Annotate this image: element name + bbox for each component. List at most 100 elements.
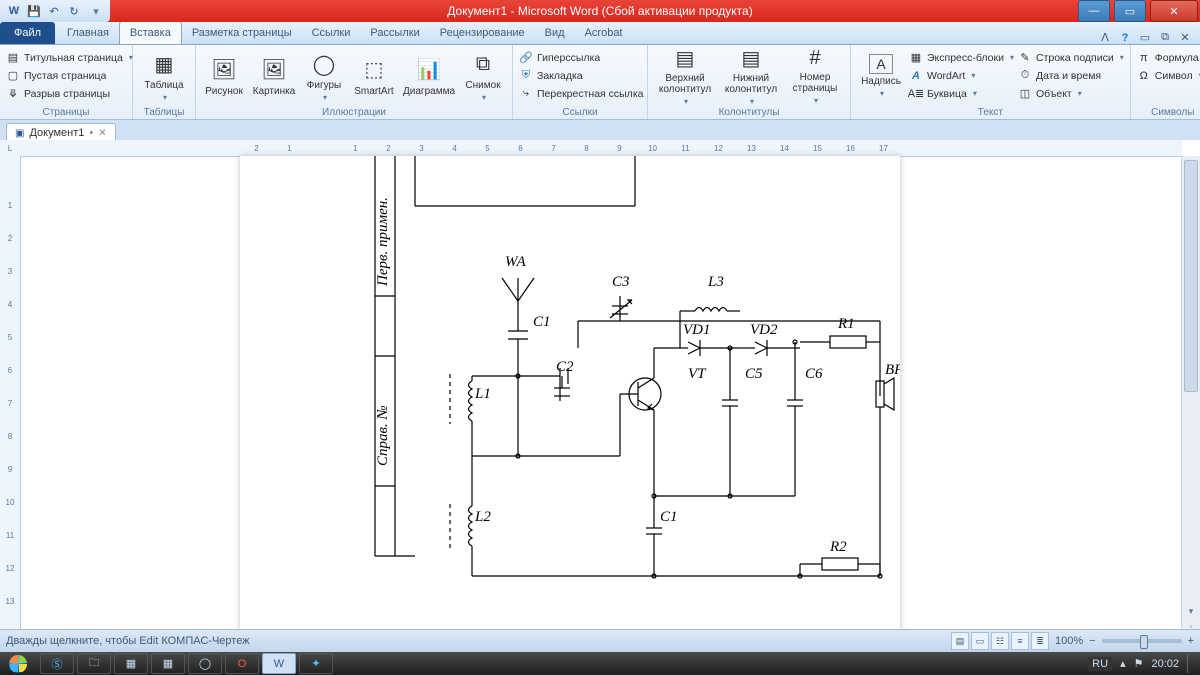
- workspace: L 211234567891011121314151617 1234567891…: [0, 140, 1200, 652]
- blank-page-button[interactable]: ▢Пустая страница: [6, 67, 133, 84]
- bookmark-button[interactable]: ⛨Закладка: [519, 67, 643, 84]
- view-outline-icon[interactable]: ≡: [1011, 632, 1029, 650]
- ruler-corner[interactable]: L: [0, 140, 21, 157]
- taskbar-app1-icon[interactable]: ▦: [114, 653, 148, 674]
- tab-layout[interactable]: Разметка страницы: [182, 22, 302, 44]
- equation-icon: π: [1137, 51, 1151, 65]
- quickparts-button[interactable]: ▦Экспресс-блоки▾: [909, 49, 1014, 66]
- symbol-button[interactable]: ΩСимвол▾: [1137, 67, 1200, 84]
- hyperlink-icon: 🔗: [519, 51, 533, 65]
- svg-text:L3: L3: [707, 274, 724, 290]
- ribbon-min-icon[interactable]: ᐱ: [1098, 31, 1112, 44]
- window-titlebar: W 💾 ↶ ↻ ▾ Документ1 - Microsoft Word (Сб…: [0, 0, 1200, 22]
- shapes-button[interactable]: ◯Фигуры▾: [302, 47, 346, 105]
- tab-home[interactable]: Главная: [57, 22, 119, 44]
- svg-text:WA: WA: [505, 254, 526, 270]
- object-button[interactable]: ◫Объект▾: [1018, 85, 1124, 102]
- start-button[interactable]: [0, 652, 36, 675]
- zoom-out-icon[interactable]: −: [1089, 635, 1095, 647]
- pagenum-button[interactable]: #Номер страницы▾: [786, 47, 844, 105]
- help-icon[interactable]: ?: [1118, 32, 1132, 44]
- clock[interactable]: 20:02: [1151, 658, 1179, 670]
- group-label: Ссылки: [513, 107, 647, 118]
- scrollbar-vertical[interactable]: ▴ ▾ ◦◦◦: [1181, 156, 1200, 652]
- zoom-handle[interactable]: [1140, 635, 1148, 649]
- tab-review[interactable]: Рецензирование: [430, 22, 535, 44]
- taskbar-explorer-icon[interactable]: 🗀: [77, 653, 111, 674]
- hyperlink-button[interactable]: 🔗Гиперссылка: [519, 49, 643, 66]
- view-read-icon[interactable]: ▭: [971, 632, 989, 650]
- status-hint: Дважды щелкните, чтобы Edit КОМПАС-Черте…: [6, 635, 250, 647]
- ribbon: ▤Титульная страница▾ ▢Пустая страница ⤋Р…: [0, 45, 1200, 120]
- cover-page-button[interactable]: ▤Титульная страница▾: [6, 49, 133, 66]
- undo-icon[interactable]: ↶: [46, 3, 62, 19]
- tray-arrow-icon[interactable]: ▴: [1120, 657, 1126, 670]
- object-icon: ◫: [1018, 87, 1032, 101]
- pin-icon[interactable]: •: [89, 127, 93, 139]
- redo-icon[interactable]: ↻: [66, 3, 82, 19]
- screenshot-button[interactable]: ⧉Снимок▾: [460, 47, 506, 105]
- tray-flag-icon[interactable]: ⚑: [1134, 657, 1144, 670]
- smartart-button[interactable]: ⬚SmartArt: [350, 47, 398, 105]
- view-print-icon[interactable]: ▤: [951, 632, 969, 650]
- ruler-horizontal[interactable]: 211234567891011121314151617: [20, 140, 1182, 157]
- taskbar-app2-icon[interactable]: ▦: [151, 653, 185, 674]
- tab-file[interactable]: Файл: [0, 22, 55, 44]
- taskbar-skype-icon[interactable]: Ⓢ: [40, 653, 74, 674]
- crossref-button[interactable]: ⤷Перекрестная ссылка: [519, 85, 643, 102]
- maximize-button[interactable]: ▭: [1114, 0, 1146, 22]
- clipart-button[interactable]: 🖼Картинка: [250, 47, 298, 105]
- scroll-down-icon[interactable]: ▾: [1182, 606, 1200, 622]
- close-button[interactable]: ✕: [1150, 0, 1198, 22]
- zoom-level[interactable]: 100%: [1055, 635, 1083, 647]
- textbox-button[interactable]: AНадпись▾: [857, 47, 905, 105]
- window-restore-icon[interactable]: ▭: [1138, 31, 1152, 44]
- page-break-button[interactable]: ⤋Разрыв страницы: [6, 85, 133, 102]
- window-close-icon[interactable]: ✕: [1178, 31, 1192, 44]
- svg-text:VD1: VD1: [683, 322, 711, 338]
- scroll-thumb[interactable]: [1184, 160, 1198, 392]
- svg-text:BF: BF: [885, 362, 900, 378]
- tab-mailings[interactable]: Рассылки: [360, 22, 429, 44]
- wordart-icon: A: [909, 69, 923, 83]
- sigline-button[interactable]: ✎Строка подписи▾: [1018, 49, 1124, 66]
- tab-view[interactable]: Вид: [535, 22, 575, 44]
- ruler-vertical[interactable]: 12345678910111213: [0, 156, 21, 652]
- show-desktop[interactable]: [1187, 654, 1196, 673]
- tab-references[interactable]: Ссылки: [302, 22, 361, 44]
- taskbar-opera-icon[interactable]: O: [225, 653, 259, 674]
- equation-button[interactable]: πФормула▾: [1137, 49, 1200, 66]
- close-tab-icon[interactable]: ✕: [98, 128, 106, 139]
- tab-acrobat[interactable]: Acrobat: [575, 22, 633, 44]
- tab-insert[interactable]: Вставка: [119, 21, 182, 44]
- zoom-in-icon[interactable]: +: [1188, 635, 1194, 647]
- group-label: Символы: [1131, 107, 1200, 118]
- header-button[interactable]: ▤Верхний колонтитул▾: [654, 47, 716, 105]
- view-web-icon[interactable]: ☷: [991, 632, 1009, 650]
- taskbar-kompas-icon[interactable]: ✦: [299, 653, 333, 674]
- svg-text:C3: C3: [612, 274, 630, 290]
- ribbon-tabs: Файл Главная Вставка Разметка страницы С…: [0, 22, 1200, 45]
- chart-button[interactable]: 📊Диаграмма: [402, 47, 456, 105]
- dropcap-button[interactable]: A≣Буквица▾: [909, 85, 1014, 102]
- wordart-button[interactable]: AWordArt▾: [909, 67, 1014, 84]
- minimize-button[interactable]: ―: [1078, 0, 1110, 22]
- save-icon[interactable]: 💾: [26, 3, 42, 19]
- header-icon: ▤: [671, 46, 699, 71]
- svg-text:Перв. примен.: Перв. примен.: [375, 197, 391, 287]
- qat-dropdown-icon[interactable]: ▾: [88, 3, 104, 19]
- view-draft-icon[interactable]: ≣: [1031, 632, 1049, 650]
- language-indicator[interactable]: RU: [1088, 657, 1112, 671]
- taskbar: Ⓢ 🗀 ▦ ▦ ◯ O W ✦ RU ▴ ⚑ 20:02: [0, 652, 1200, 675]
- bookmark-icon: ⛨: [519, 69, 533, 83]
- table-button[interactable]: ▦Таблица▾: [139, 47, 189, 105]
- window-switch-icon[interactable]: ⧉: [1158, 31, 1172, 44]
- svg-text:C6: C6: [805, 366, 823, 382]
- document-area[interactable]: L 211234567891011121314151617 1234567891…: [0, 140, 1200, 652]
- taskbar-chrome-icon[interactable]: ◯: [188, 653, 222, 674]
- picture-button[interactable]: 🖼Рисунок: [202, 47, 246, 105]
- zoom-slider[interactable]: [1102, 639, 1182, 643]
- taskbar-word-icon[interactable]: W: [262, 653, 296, 674]
- datetime-button[interactable]: ⏱Дата и время: [1018, 67, 1124, 84]
- footer-button[interactable]: ▤Нижний колонтитул▾: [720, 47, 782, 105]
